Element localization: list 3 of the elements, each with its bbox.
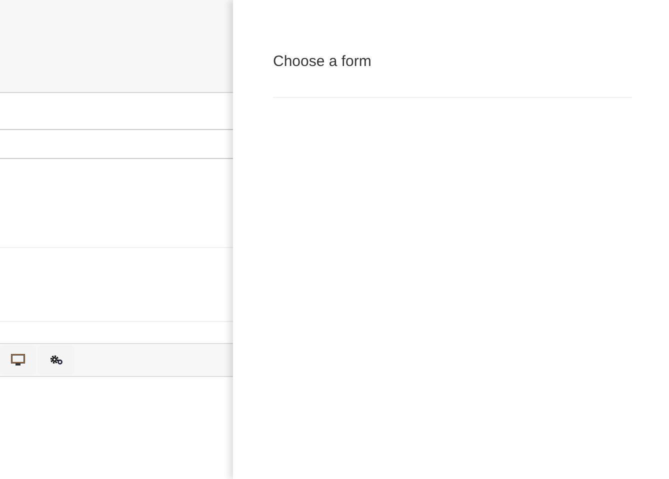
monitor-icon <box>11 354 25 366</box>
gears-icon <box>50 355 62 365</box>
panel-title: Choose a form <box>273 52 372 72</box>
